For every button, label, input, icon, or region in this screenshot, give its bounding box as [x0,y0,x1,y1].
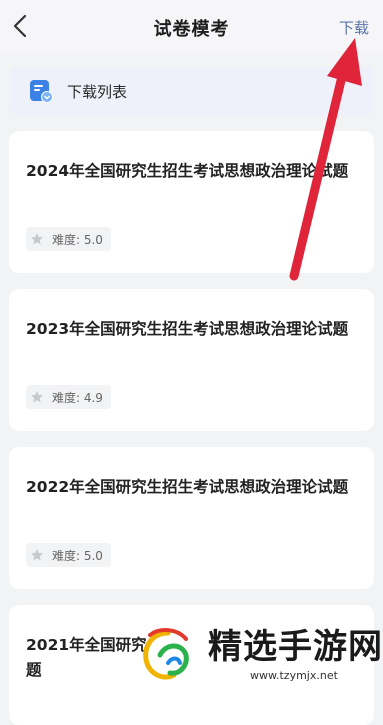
difficulty-text: 难度: 4.9 [52,390,103,405]
difficulty-text: 难度: 5.0 [52,548,103,563]
paper-card[interactable]: 2024年全国研究生招生考试思想政治理论试题 难度: 5.0 [9,131,374,273]
site-name: 精选手游网 [208,627,383,667]
download-button[interactable]: 下载 [339,17,369,38]
site-url: www.tzymjx.net [250,669,338,682]
download-file-icon [30,80,53,103]
page-title: 试卷模考 [153,19,230,40]
difficulty-badge: 难度: 4.9 [26,385,111,409]
star-icon [31,391,43,403]
paper-card[interactable]: 2022年全国研究生招生考试思想政治理论试题 难度: 5.0 [9,447,374,589]
difficulty-text: 难度: 5.0 [52,232,103,247]
download-list-button[interactable]: 下载列表 [9,66,374,116]
star-icon [31,549,43,561]
paper-title: 2022年全国研究生招生考试思想政治理论试题 [26,478,349,496]
site-watermark: 精选手游网 www.tzymjx.net [138,619,383,691]
top-bar: 试卷模考 下载 [0,0,383,52]
difficulty-badge: 难度: 5.0 [26,543,111,567]
paper-title-line2: 题 [26,661,42,679]
download-list-label: 下载列表 [67,83,128,101]
paper-title-line1: 2021年全国研究 [26,636,147,654]
paper-title: 2023年全国研究生招生考试思想政治理论试题 [26,320,349,338]
paper-title: 2024年全国研究生招生考试思想政治理论试题 [26,162,349,180]
difficulty-badge: 难度: 5.0 [26,227,111,251]
star-icon [31,233,43,245]
paper-card[interactable]: 2023年全国研究生招生考试思想政治理论试题 难度: 4.9 [9,289,374,431]
site-logo-icon [143,628,189,680]
